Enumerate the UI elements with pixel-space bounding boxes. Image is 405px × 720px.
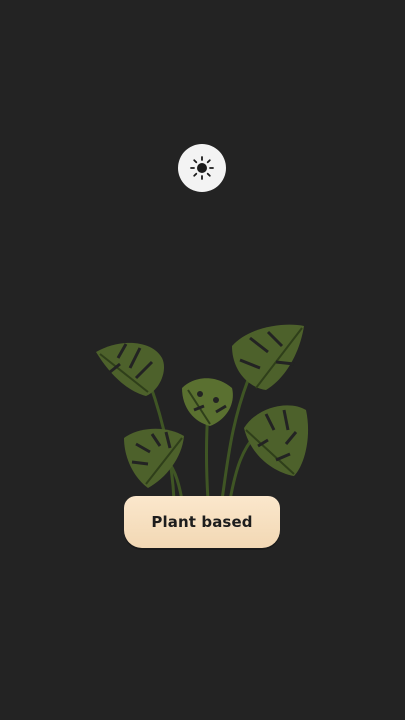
monstera-leaf bbox=[124, 428, 184, 488]
monstera-leaf bbox=[232, 324, 304, 390]
sun-icon bbox=[190, 156, 214, 180]
monstera-leaf bbox=[244, 405, 309, 476]
theme-toggle-button[interactable] bbox=[178, 144, 226, 192]
monstera-leaf bbox=[96, 342, 165, 396]
plant-based-button[interactable]: Plant based bbox=[124, 496, 280, 548]
monstera-leaf bbox=[182, 378, 233, 426]
monstera-plant-illustration bbox=[96, 324, 309, 502]
plant-based-label: Plant based bbox=[151, 513, 253, 531]
